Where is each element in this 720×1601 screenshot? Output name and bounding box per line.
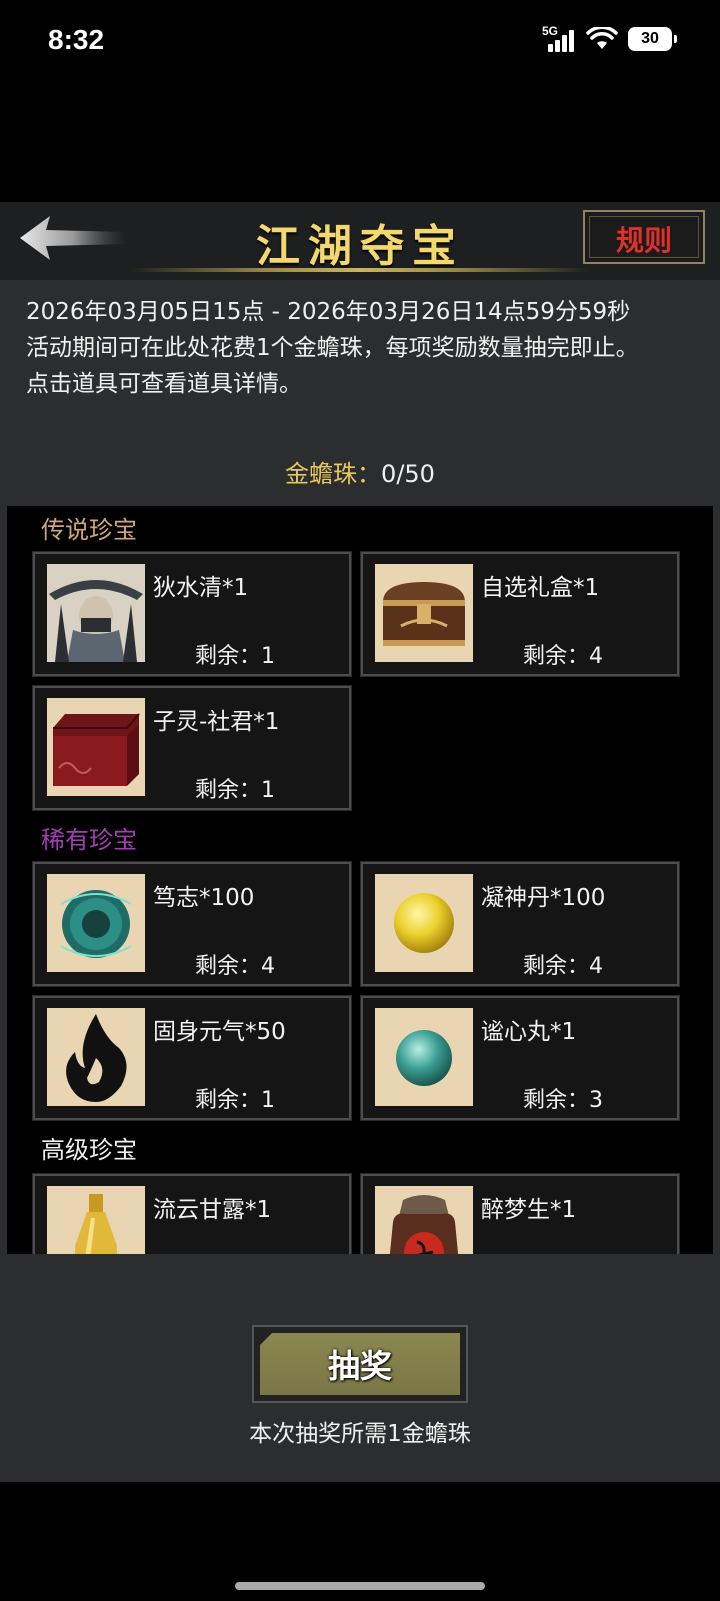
status-bar: 8:32 5G 30 xyxy=(0,0,720,90)
home-indicator[interactable] xyxy=(235,1582,485,1590)
header-bar: 江湖夺宝 规则 xyxy=(0,202,720,280)
prize-name: 狄水清*1 xyxy=(153,575,249,601)
event-hint-text: 点击道具可查看道具详情。 xyxy=(26,371,302,397)
draw-button-label: 抽奖 xyxy=(327,1347,392,1385)
prize-list[interactable]: 传说珍宝 狄水清*1 剩余：1 自选礼盒*1 剩余：4 子灵-社君*1 剩余：1… xyxy=(7,506,713,1259)
prize-card[interactable]: 自选礼盒*1 剩余：4 xyxy=(360,551,680,677)
prize-name: 凝神丹*100 xyxy=(481,885,606,911)
title-underline xyxy=(130,268,590,272)
battery-icon: 30 xyxy=(628,27,677,51)
prize-card[interactable]: 流云甘露*1 xyxy=(32,1173,352,1259)
prize-remaining: 剩余：1 xyxy=(195,644,275,669)
red-box-icon xyxy=(47,698,145,796)
prize-card[interactable]: 谧心丸*1 剩余：3 xyxy=(360,995,680,1121)
black-flame-icon xyxy=(47,1008,145,1106)
wifi-icon xyxy=(586,27,618,49)
status-time: 8:32 xyxy=(48,24,105,55)
prize-remaining: 剩余：4 xyxy=(195,954,275,979)
event-rule-text: 活动期间可在此处花费1个金蟾珠，每项奖励数量抽完即止。 xyxy=(26,335,639,361)
prize-card[interactable]: 子灵-社君*1 剩余：1 xyxy=(32,685,352,811)
prize-remaining: 剩余：1 xyxy=(195,1088,275,1113)
section-title-rare: 稀有珍宝 xyxy=(41,826,137,854)
draw-button[interactable]: 抽奖 xyxy=(252,1325,468,1403)
gold-vase-icon xyxy=(47,1186,145,1259)
draw-cost-text: 本次抽奖所需1金蟾珠 xyxy=(249,1421,471,1447)
teal-pill-icon xyxy=(375,1008,473,1106)
prize-name: 醉梦生*1 xyxy=(481,1197,577,1223)
prize-remaining: 剩余：4 xyxy=(523,954,603,979)
network-type: 5G xyxy=(542,24,559,38)
rules-button-label: 规则 xyxy=(615,224,672,257)
prize-name: 流云甘露*1 xyxy=(153,1197,272,1223)
prize-card[interactable]: 笃志*100 剩余：4 xyxy=(32,861,352,987)
section-title-advanced: 高级珍宝 xyxy=(41,1136,137,1164)
golden-pill-icon xyxy=(375,874,473,972)
status-icons: 5G 30 xyxy=(542,24,677,52)
game-panel: 江湖夺宝 规则 2026年03月05日15点 - 2026年03月26日14点5… xyxy=(0,202,720,1482)
treasure-chest-icon xyxy=(375,564,473,662)
prize-card[interactable]: 凝神丹*100 剩余：4 xyxy=(360,861,680,987)
cellular-signal-icon: 5G xyxy=(542,24,576,52)
prize-remaining: 剩余：3 xyxy=(523,1088,603,1113)
prize-name: 子灵-社君*1 xyxy=(153,709,280,735)
prize-remaining: 剩余：1 xyxy=(195,778,275,803)
prize-name: 自选礼盒*1 xyxy=(481,575,600,601)
wine-jar-icon xyxy=(375,1186,473,1259)
prize-card[interactable]: 固身元气*50 剩余：1 xyxy=(32,995,352,1121)
prize-name: 固身元气*50 xyxy=(153,1019,286,1045)
prize-card[interactable]: 醉梦生*1 xyxy=(360,1173,680,1259)
event-period: 2026年03月05日15点 - 2026年03月26日14点59分59秒 xyxy=(26,299,631,325)
jade-orb-icon xyxy=(47,874,145,972)
currency-value: 0/50 xyxy=(381,460,435,488)
currency-display: 金蟾珠：0/50 xyxy=(0,454,720,489)
rules-button[interactable]: 规则 xyxy=(583,210,705,264)
prize-name: 笃志*100 xyxy=(153,885,255,911)
prize-name: 谧心丸*1 xyxy=(481,1019,577,1045)
section-title-legendary: 传说珍宝 xyxy=(41,516,137,544)
prize-card[interactable]: 狄水清*1 剩余：1 xyxy=(32,551,352,677)
currency-label: 金蟾珠： xyxy=(285,460,382,488)
character-portrait-icon xyxy=(47,564,145,662)
prize-remaining: 剩余：4 xyxy=(523,644,603,669)
event-description: 2026年03月05日15点 - 2026年03月26日14点59分59秒 活动… xyxy=(26,294,698,402)
